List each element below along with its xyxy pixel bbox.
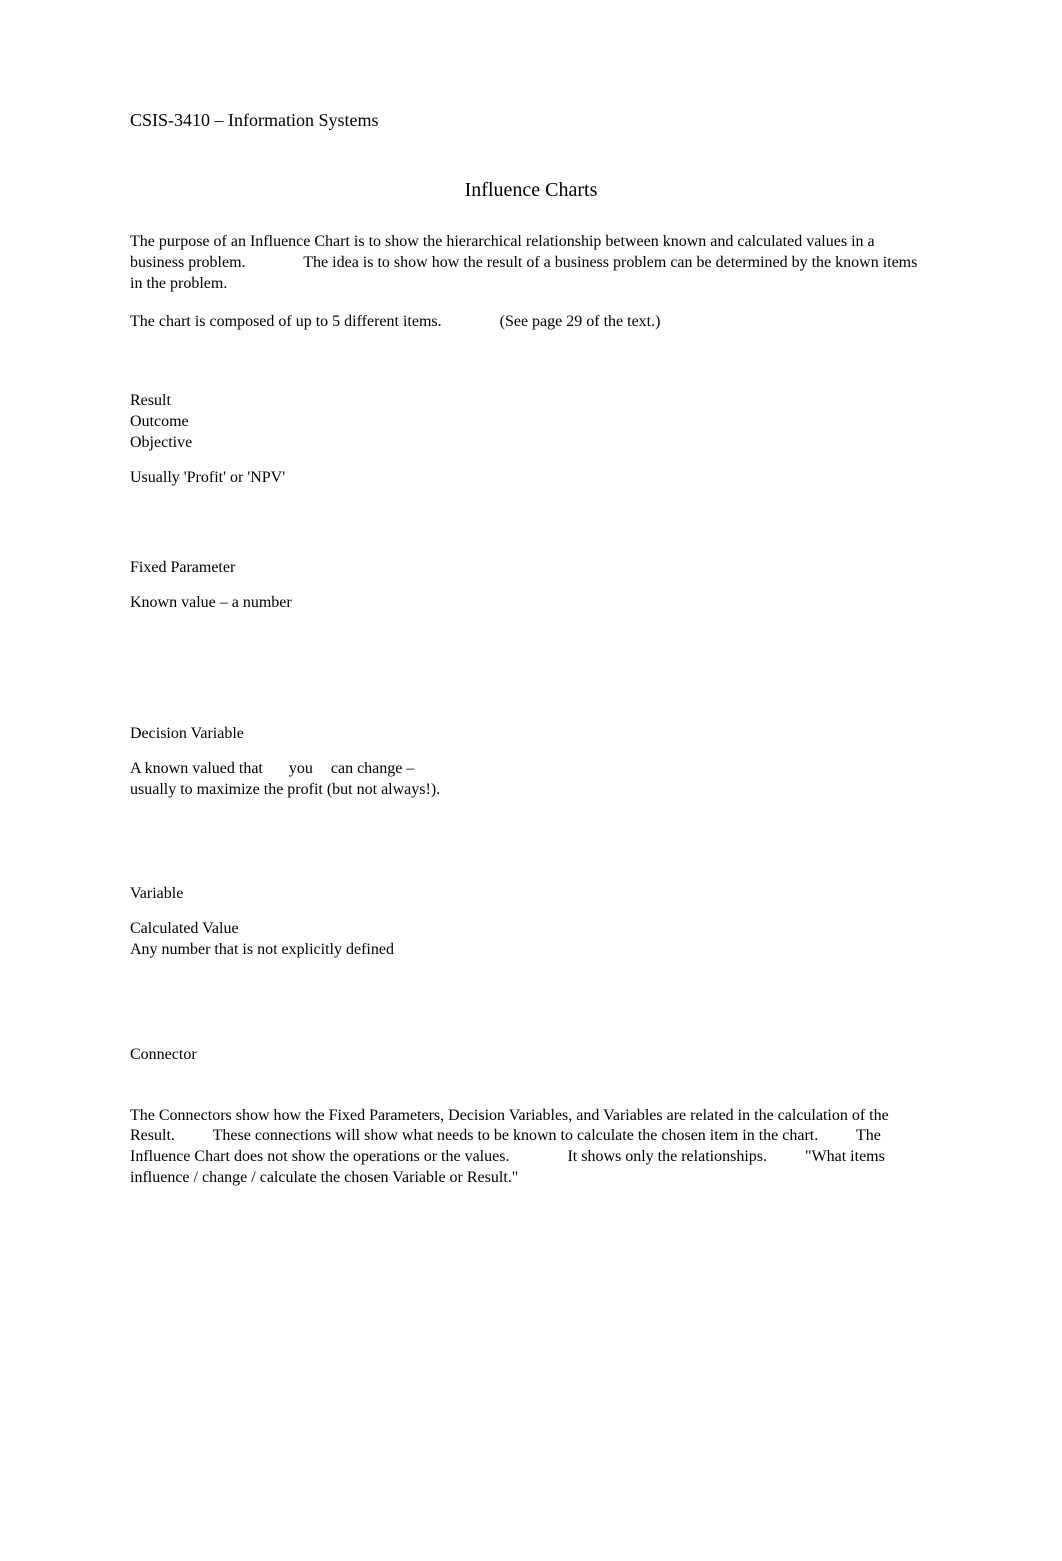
intro-paragraph: The purpose of an Influence Chart is to … [130, 232, 932, 294]
item-decision-variable-label: Decision Variable [130, 724, 932, 745]
item-decision-variable-desc: A known valued that you can change – usu… [130, 759, 530, 801]
connectors-seg4: It shows only the relationships. [567, 1148, 767, 1165]
connectors-paragraph: The Connectors show how the Fixed Parame… [130, 1106, 932, 1189]
item-fixed-parameter-label: Fixed Parameter [130, 558, 932, 579]
item-variable-desc2: Any number that is not explicitly define… [130, 940, 932, 961]
dv-desc-line2: usually to maximize the profit (but not … [130, 781, 440, 798]
item-connector-label: Connector [130, 1045, 932, 1066]
document-title: Influence Charts [130, 179, 932, 202]
intro-seg-2: The idea is to show how the result of a … [130, 254, 917, 292]
item-result-line2: Outcome [130, 412, 932, 433]
item-variable-desc1: Calculated Value [130, 919, 932, 940]
composition-line: The chart is composed of up to 5 differe… [130, 312, 932, 333]
dv-desc-seg1: A known valued that [130, 760, 263, 777]
composition-seg-1: The chart is composed of up to 5 differe… [130, 313, 442, 330]
document-page: CSIS-3410 – Information Systems Influenc… [0, 0, 1062, 1307]
item-result-line1: Result [130, 391, 932, 412]
item-result-line3: Objective [130, 433, 932, 454]
item-result-desc: Usually 'Profit' or 'NPV' [130, 468, 932, 489]
item-variable-label: Variable [130, 884, 932, 905]
dv-desc-seg3: can change – [331, 760, 415, 777]
dv-desc-seg2: you [289, 760, 313, 777]
item-fixed-parameter-desc: Known value – a number [130, 593, 932, 614]
composition-seg-2: (See page 29 of the text.) [500, 313, 661, 330]
course-header: CSIS-3410 – Information Systems [130, 110, 932, 131]
connectors-seg2: These connections will show what needs t… [213, 1127, 819, 1144]
